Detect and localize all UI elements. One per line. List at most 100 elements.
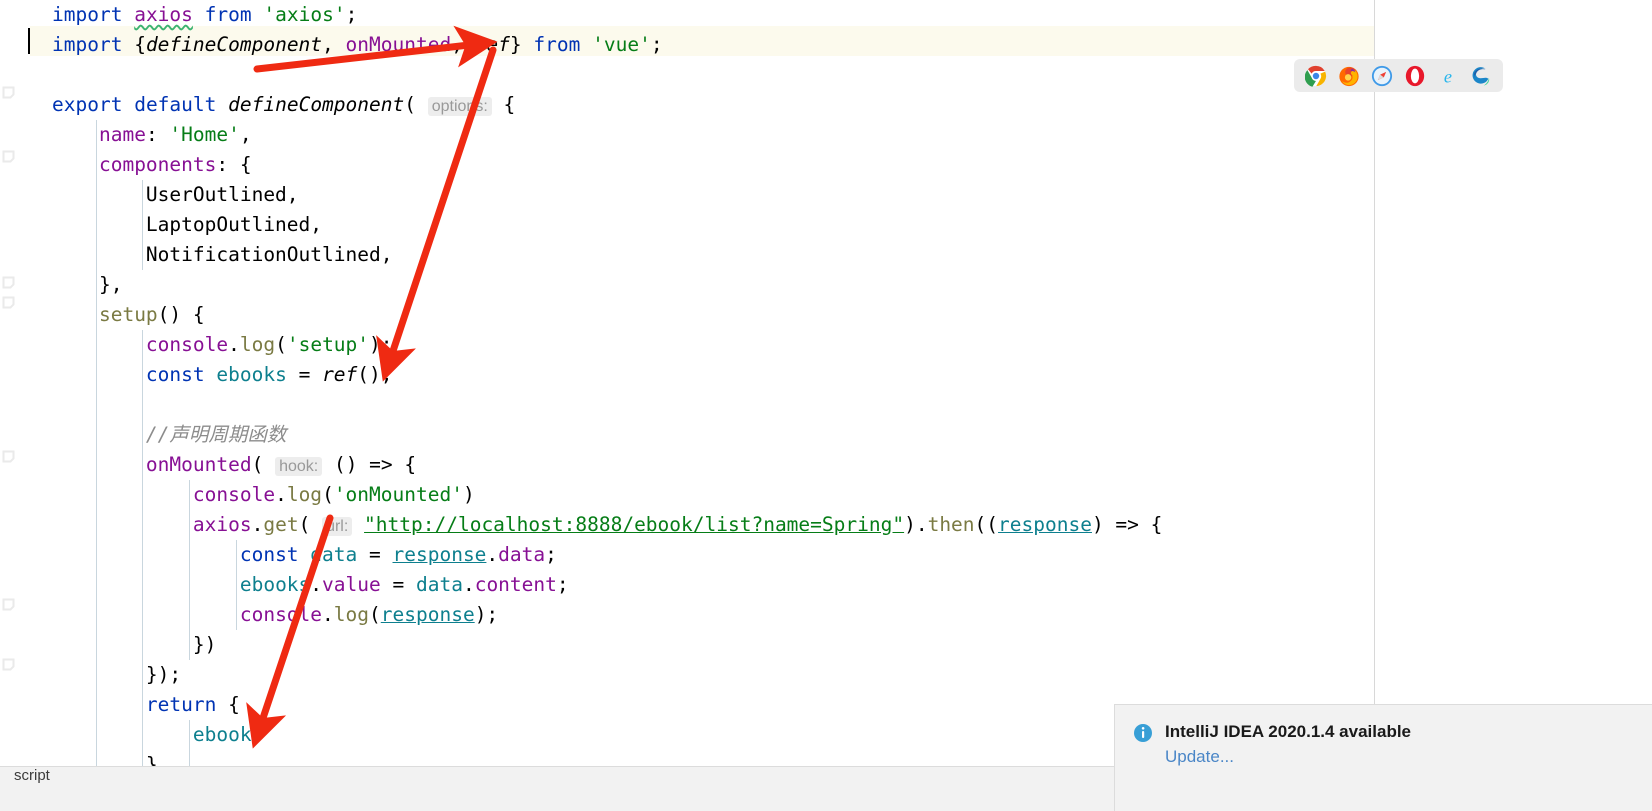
code-line[interactable]: import axios from 'axios'; bbox=[0, 0, 1162, 30]
code-token: { bbox=[491, 93, 516, 116]
code-line[interactable]: export default defineComponent( options:… bbox=[0, 90, 1162, 120]
code-token: return bbox=[145, 693, 217, 716]
code-token: setup bbox=[98, 303, 158, 326]
notification-balloon[interactable]: IntelliJ IDEA 2020.1.4 available Update.… bbox=[1114, 704, 1652, 811]
code-line[interactable]: }) bbox=[0, 630, 1162, 660]
code-token: onMounted bbox=[145, 453, 252, 476]
indent-guide bbox=[142, 600, 143, 630]
code-line[interactable]: axios.get( url: "http://localhost:8888/e… bbox=[0, 510, 1162, 540]
opera-icon[interactable] bbox=[1404, 65, 1426, 87]
code-line[interactable]: UserOutlined, bbox=[0, 180, 1162, 210]
code-line[interactable]: ebooks.value = data.content; bbox=[0, 570, 1162, 600]
indent-guide bbox=[96, 390, 97, 420]
code-token: value bbox=[322, 573, 381, 596]
code-line[interactable]: console.log('onMounted') bbox=[0, 480, 1162, 510]
code-line[interactable]: console.log(response); bbox=[0, 600, 1162, 630]
code-token: from bbox=[204, 3, 252, 26]
internet-explorer-icon[interactable]: e bbox=[1437, 65, 1459, 87]
code-token: //声明周期函数 bbox=[145, 423, 287, 446]
code-line[interactable] bbox=[0, 60, 1162, 90]
indent-guide bbox=[96, 720, 97, 750]
code-token: }, bbox=[52, 273, 123, 296]
code-line[interactable]: //声明周期函数 bbox=[0, 420, 1162, 450]
code-token: (( bbox=[974, 513, 999, 536]
indent-guide bbox=[189, 720, 190, 750]
code-line[interactable]: setup() { bbox=[0, 300, 1162, 330]
code-token: 'Home' bbox=[169, 123, 240, 146]
code-token: data bbox=[498, 543, 546, 566]
indent-guide bbox=[189, 510, 190, 540]
indent-guide bbox=[189, 630, 190, 660]
code-line[interactable]: LaptopOutlined, bbox=[0, 210, 1162, 240]
code-line[interactable]: }); bbox=[0, 660, 1162, 690]
breadcrumb-item-script[interactable]: script bbox=[14, 767, 50, 784]
indent-guide bbox=[142, 390, 143, 420]
code-token: response bbox=[380, 603, 475, 626]
indent-guide bbox=[96, 570, 97, 600]
code-token: from bbox=[533, 33, 581, 56]
code-token: log bbox=[333, 603, 370, 626]
svg-text:e: e bbox=[1444, 66, 1452, 86]
indent-guide bbox=[236, 540, 237, 570]
code-token: console bbox=[192, 483, 276, 506]
indent-guide bbox=[96, 180, 97, 210]
code-token: name bbox=[98, 123, 146, 146]
code-token: = bbox=[357, 543, 393, 566]
indent-guide bbox=[142, 360, 143, 390]
notification-update-link[interactable]: Update... bbox=[1165, 743, 1411, 771]
code-token: = bbox=[380, 573, 416, 596]
code-token: ); bbox=[474, 603, 499, 626]
indent-guide bbox=[189, 570, 190, 600]
code-token: : { bbox=[216, 153, 252, 176]
firefox-icon[interactable] bbox=[1338, 65, 1360, 87]
code-text-area[interactable]: import axios from 'axios'; import {define… bbox=[0, 0, 1162, 780]
code-token: import bbox=[52, 33, 123, 56]
code-token: ( bbox=[275, 333, 287, 356]
code-line[interactable]: const data = response.data; bbox=[0, 540, 1162, 570]
safari-icon[interactable] bbox=[1371, 65, 1393, 87]
code-line[interactable]: ebooks bbox=[0, 720, 1162, 750]
code-token: ( bbox=[298, 513, 323, 536]
code-token: defineComponent bbox=[228, 93, 405, 116]
indent-guide bbox=[96, 330, 97, 360]
code-token: (); bbox=[357, 363, 393, 386]
code-token: . bbox=[322, 603, 334, 626]
code-token: . bbox=[228, 333, 240, 356]
code-token: content bbox=[474, 573, 557, 596]
run-in-browser-popup[interactable]: e bbox=[1294, 59, 1503, 92]
chrome-icon[interactable] bbox=[1305, 65, 1327, 87]
code-token: ( bbox=[251, 453, 276, 476]
indent-guide bbox=[189, 480, 190, 510]
code-line[interactable]: import {defineComponent, onMounted, ref}… bbox=[0, 30, 1162, 60]
code-editor[interactable]: import axios from 'axios'; import {define… bbox=[0, 0, 1652, 811]
code-line[interactable]: return { bbox=[0, 690, 1162, 720]
code-line[interactable]: components: { bbox=[0, 150, 1162, 180]
code-token: response bbox=[998, 513, 1092, 536]
indent-guide bbox=[236, 600, 237, 630]
code-line[interactable]: const ebooks = ref(); bbox=[0, 360, 1162, 390]
indent-guide bbox=[236, 570, 237, 600]
code-line[interactable]: console.log('setup'); bbox=[0, 330, 1162, 360]
code-line[interactable]: }, bbox=[0, 270, 1162, 300]
indent-guide bbox=[189, 540, 190, 570]
code-line[interactable]: NotificationOutlined, bbox=[0, 240, 1162, 270]
code-token: import bbox=[52, 3, 123, 26]
info-icon bbox=[1133, 723, 1153, 748]
edge-icon[interactable] bbox=[1470, 65, 1492, 87]
code-line[interactable]: name: 'Home', bbox=[0, 120, 1162, 150]
code-token: () => { bbox=[322, 453, 417, 476]
code-line[interactable] bbox=[0, 390, 1162, 420]
code-line[interactable]: onMounted( hook: () => { bbox=[0, 450, 1162, 480]
